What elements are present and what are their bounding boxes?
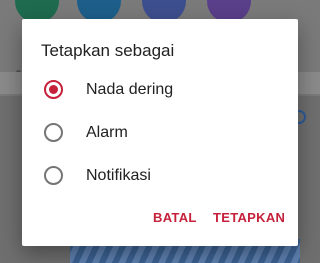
cancel-button[interactable]: BATAL <box>153 210 197 225</box>
option-ringtone[interactable]: Nada dering <box>22 68 298 111</box>
option-label: Alarm <box>86 123 128 141</box>
option-alarm[interactable]: Alarm <box>22 111 298 154</box>
option-label: Nada dering <box>86 80 174 98</box>
option-label: Notifikasi <box>86 166 151 184</box>
dialog-title: Tetapkan sebagai <box>41 41 175 60</box>
dialog-actions: BATAL TETAPKAN <box>22 190 298 246</box>
radio-checked-icon[interactable] <box>44 80 63 99</box>
set-as-dialog: Tetapkan sebagai Nada dering Alarm Notif… <box>22 19 298 246</box>
confirm-button[interactable]: TETAPKAN <box>213 210 285 225</box>
options-list: Nada dering Alarm Notifikasi <box>22 68 298 197</box>
radio-unchecked-icon[interactable] <box>44 166 63 185</box>
radio-unchecked-icon[interactable] <box>44 123 63 142</box>
